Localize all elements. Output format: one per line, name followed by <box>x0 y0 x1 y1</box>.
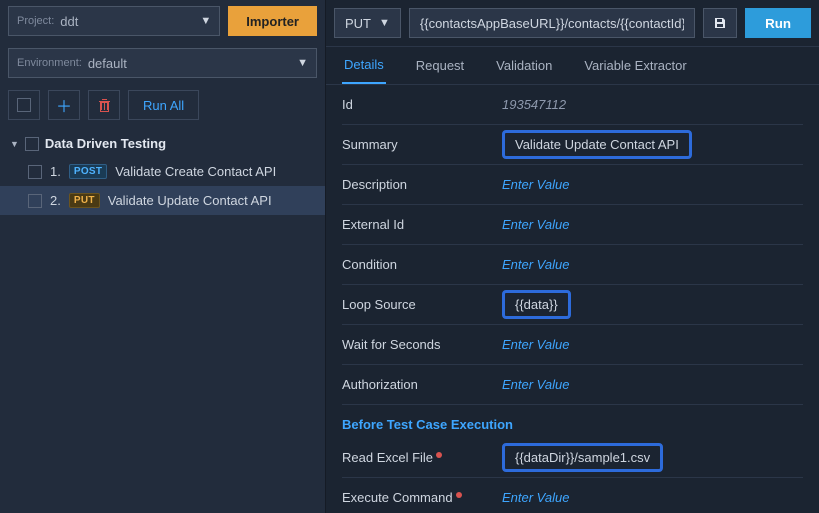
label-wait: Wait for Seconds <box>342 337 502 352</box>
project-row: Project: ddt ▼ Importer <box>0 0 325 42</box>
project-label: Project: <box>17 15 54 27</box>
tab-details[interactable]: Details <box>342 47 386 84</box>
authorization-input[interactable]: Enter Value <box>502 377 803 392</box>
item-index: 1. <box>50 164 61 179</box>
test-tree: ▼ Data Driven Testing 1. POST Validate C… <box>0 126 325 513</box>
environment-select[interactable]: Environment: default ▼ <box>8 48 317 78</box>
label-authorization: Authorization <box>342 377 502 392</box>
caret-down-icon: ▼ <box>10 139 19 149</box>
tab-variable-extractor[interactable]: Variable Extractor <box>582 48 688 83</box>
environment-value: default <box>88 56 297 71</box>
request-bar: PUT ▼ Run <box>326 0 819 47</box>
delete-button[interactable] <box>88 90 120 120</box>
condition-input[interactable]: Enter Value <box>502 257 803 272</box>
left-panel: Project: ddt ▼ Importer Environment: def… <box>0 0 326 513</box>
wait-input[interactable]: Enter Value <box>502 337 803 352</box>
details-form: Id 193547112 Summary Validate Update Con… <box>326 85 819 513</box>
value-id: 193547112 <box>502 97 803 112</box>
label-condition: Condition <box>342 257 502 272</box>
row-authorization: Authorization Enter Value <box>342 365 803 405</box>
row-exec-cmd: Execute Command Enter Value <box>342 478 803 513</box>
label-external-id: External Id <box>342 217 502 232</box>
label-read-excel: Read Excel File <box>342 450 502 465</box>
checkbox-icon[interactable] <box>28 165 42 179</box>
summary-input[interactable]: Validate Update Contact API <box>502 130 692 159</box>
tree-item-1[interactable]: 1. POST Validate Create Contact API <box>0 157 325 186</box>
value-loop-source[interactable]: {{data}} <box>502 290 803 319</box>
item-title: Validate Create Contact API <box>115 164 276 179</box>
row-loop-source: Loop Source {{data}} <box>342 285 803 325</box>
importer-button[interactable]: Importer <box>228 6 317 36</box>
tab-request[interactable]: Request <box>414 48 466 83</box>
row-wait: Wait for Seconds Enter Value <box>342 325 803 365</box>
exec-cmd-input[interactable]: Enter Value <box>502 490 803 505</box>
label-id: Id <box>342 97 502 112</box>
section-before-exec: Before Test Case Execution <box>342 405 803 438</box>
chevron-down-icon: ▼ <box>200 15 211 27</box>
plus-icon: ＋ <box>56 93 72 117</box>
save-button[interactable] <box>703 8 737 38</box>
save-icon <box>713 16 727 30</box>
row-condition: Condition Enter Value <box>342 245 803 285</box>
select-all-checkbox[interactable] <box>8 90 40 120</box>
description-input[interactable]: Enter Value <box>502 177 803 192</box>
method-value: PUT <box>345 16 371 31</box>
run-button[interactable]: Run <box>745 8 811 38</box>
tab-bar: Details Request Validation Variable Extr… <box>326 47 819 85</box>
tree-folder[interactable]: ▼ Data Driven Testing <box>0 130 325 157</box>
method-badge: PUT <box>69 193 100 208</box>
checkbox-icon[interactable] <box>28 194 42 208</box>
run-all-button[interactable]: Run All <box>128 90 199 120</box>
label-summary: Summary <box>342 137 502 152</box>
row-id: Id 193547112 <box>342 85 803 125</box>
environment-row: Environment: default ▼ <box>0 42 325 84</box>
method-badge: POST <box>69 164 107 179</box>
row-read-excel: Read Excel File {{dataDir}}/sample1.csv <box>342 438 803 478</box>
method-select[interactable]: PUT ▼ <box>334 8 401 38</box>
value-summary[interactable]: Validate Update Contact API <box>502 130 803 159</box>
url-input[interactable] <box>409 8 695 38</box>
value-read-excel[interactable]: {{dataDir}}/sample1.csv <box>502 443 803 472</box>
checkbox-icon[interactable] <box>25 137 39 151</box>
project-select[interactable]: Project: ddt ▼ <box>8 6 220 36</box>
label-exec-cmd: Execute Command <box>342 490 502 505</box>
label-loop-source: Loop Source <box>342 297 502 312</box>
loop-source-input[interactable]: {{data}} <box>502 290 571 319</box>
read-excel-input[interactable]: {{dataDir}}/sample1.csv <box>502 443 663 472</box>
folder-label: Data Driven Testing <box>45 136 166 151</box>
trash-icon <box>98 98 111 112</box>
row-summary: Summary Validate Update Contact API <box>342 125 803 165</box>
external-id-input[interactable]: Enter Value <box>502 217 803 232</box>
project-value: ddt <box>60 14 200 29</box>
tree-toolbar: ＋ Run All <box>0 84 325 126</box>
environment-label: Environment: <box>17 57 82 69</box>
row-external-id: External Id Enter Value <box>342 205 803 245</box>
tree-item-2[interactable]: 2. PUT Validate Update Contact API <box>0 186 325 215</box>
label-description: Description <box>342 177 502 192</box>
checkbox-icon <box>17 98 31 112</box>
chevron-down-icon: ▼ <box>379 17 390 29</box>
right-panel: PUT ▼ Run Details Request Validation Var… <box>326 0 819 513</box>
tab-validation[interactable]: Validation <box>494 48 554 83</box>
add-button[interactable]: ＋ <box>48 90 80 120</box>
item-index: 2. <box>50 193 61 208</box>
chevron-down-icon: ▼ <box>297 57 308 69</box>
row-description: Description Enter Value <box>342 165 803 205</box>
item-title: Validate Update Contact API <box>108 193 272 208</box>
